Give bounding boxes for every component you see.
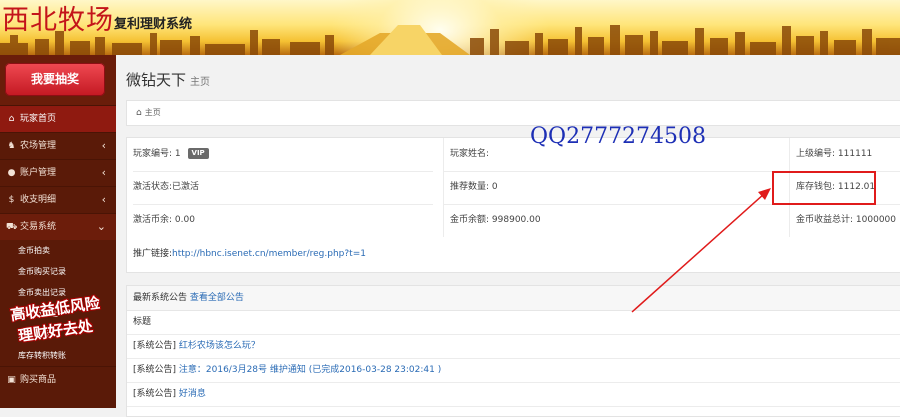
upline-cell: 上级编号: 111111	[789, 138, 900, 172]
activation-coins-value: 0.00	[174, 215, 195, 225]
cart-icon: ⛟	[6, 222, 18, 232]
upline-value: 111111	[837, 149, 873, 159]
chevron-left-icon: ‹	[101, 166, 106, 179]
chevron-down-icon: ⌄	[96, 220, 106, 233]
player-no-value: 1	[174, 149, 181, 159]
sidebar-item-label: 农场管理	[20, 141, 57, 151]
qq-watermark: QQ2777274508	[530, 124, 707, 149]
home-icon: ⌂	[8, 114, 15, 124]
site-subtitle: 复利理财系统	[114, 17, 193, 32]
gold-income-cell: 金币收益总计: 1000000	[789, 204, 900, 237]
referrals-value: 0	[491, 182, 498, 192]
lottery-area: 我要抽奖	[0, 55, 116, 105]
page-title-small: 主页	[190, 77, 211, 88]
page-title: 微钻天下 主页	[126, 69, 210, 90]
upline-label: 上级编号:	[796, 149, 836, 159]
cow-icon: ♞	[7, 141, 16, 151]
referrals-label: 推荐数量:	[450, 182, 490, 192]
sidebar-item-farm[interactable]: ♞ 农场管理 ‹	[0, 132, 116, 159]
table-row: [系统公告] 好消息	[127, 383, 900, 407]
main-content: 微钻天下 主页 ⌂ 主页 玩家编号: 1 VIP 玩家姓名: 上级编号: 11111…	[116, 55, 900, 417]
gold-balance-label: 金币余额:	[450, 215, 490, 225]
notice-tag: [系统公告]	[133, 389, 177, 399]
breadcrumb-item[interactable]: 主页	[145, 108, 161, 117]
home-icon[interactable]: ⌂	[136, 101, 142, 125]
sidebar-item-account[interactable]: ● 账户管理 ‹	[0, 159, 116, 186]
header-banner: 西北牧场 复利理财系统	[0, 0, 900, 55]
chevron-left-icon: ‹	[101, 193, 106, 206]
notice-link[interactable]: 好消息	[179, 389, 206, 399]
breadcrumb: ⌂ 主页	[126, 100, 900, 126]
notices-column-header: 标题	[127, 311, 900, 335]
sidebar-item-label: 收支明细	[20, 195, 57, 205]
lottery-button[interactable]: 我要抽奖	[5, 63, 105, 96]
sidebar-item-shop[interactable]: ▣ 购买商品	[0, 366, 116, 393]
site-logo: 西北牧场	[2, 5, 114, 36]
sidebar-item-label: 玩家首页	[20, 114, 57, 124]
notices-header: 最新系统公告 查看全部公告	[127, 286, 900, 311]
table-row: [系统公告] 红杉农场该怎么玩？	[127, 335, 900, 359]
sidebar-item-trade[interactable]: ⛟ 交易系统 ⌄	[0, 213, 116, 240]
table-row: [系统公告] 注意：2016/3月28号 维护通知 (已完成2016-03-28…	[127, 359, 900, 383]
notice-link[interactable]: 注意：2016/3月28号 维护通知 (已完成2016-03-28 23:02:…	[179, 365, 441, 375]
page-title-text: 微钻天下	[126, 71, 187, 89]
gold-income-value: 1000000	[855, 215, 897, 225]
sidebar-item-finance[interactable]: $ 收支明细 ‹	[0, 186, 116, 213]
view-all-notices-link[interactable]: 查看全部公告	[190, 293, 244, 303]
player-no-label: 玩家编号:	[133, 149, 173, 159]
sidebar-item-home[interactable]: ⌂ 玩家首页	[0, 105, 116, 132]
promo-link-row: 推广链接:http://hbnc.isenet.cn/member/reg.ph…	[126, 237, 900, 273]
activation-cell: 激活状态:已激活	[133, 171, 433, 205]
user-icon: ●	[7, 168, 16, 178]
referrals-cell: 推荐数量: 0	[443, 171, 790, 205]
vip-badge: VIP	[187, 148, 209, 159]
sidebar-subitem-auction[interactable]: 金币拍卖	[0, 240, 116, 261]
notices-panel: 最新系统公告 查看全部公告 标题 [系统公告] 红杉农场该怎么玩？ [系统公告]…	[126, 285, 900, 417]
gold-balance-value: 998900.00	[491, 215, 541, 225]
cart-icon: ▣	[7, 375, 16, 385]
player-no-cell: 玩家编号: 1 VIP	[133, 138, 433, 172]
promo-link-label: 推广链接:	[133, 249, 173, 259]
notice-link[interactable]: 红杉农场该怎么玩？	[179, 341, 260, 351]
sidebar-item-label: 购买商品	[20, 375, 57, 385]
gold-income-label: 金币收益总计:	[796, 215, 854, 225]
dollar-icon: $	[8, 195, 15, 205]
chevron-left-icon: ‹	[101, 139, 106, 152]
activation-coins-label: 激活币余:	[133, 215, 173, 225]
notice-tag: [系统公告]	[133, 341, 177, 351]
activation-coins-cell: 激活币余: 0.00	[133, 204, 433, 237]
player-name-label: 玩家姓名:	[450, 149, 490, 159]
sidebar-item-label: 账户管理	[20, 168, 57, 178]
activation-label: 激活状态:	[133, 182, 173, 192]
wallet-highlight-box	[772, 171, 876, 205]
notices-title: 最新系统公告	[133, 293, 188, 303]
activation-value: 已激活	[172, 182, 200, 192]
sidebar: 我要抽奖 ⌂ 玩家首页 ♞ 农场管理 ‹ ● 账户管理 ‹ $ 收支明细 ‹ ⛟ 交易系统…	[0, 55, 116, 408]
notice-tag: [系统公告]	[133, 365, 177, 375]
promo-link[interactable]: http://hbnc.isenet.cn/member/reg.php?t=1	[172, 249, 366, 259]
sidebar-subitem-buy-records[interactable]: 金币购买记录	[0, 261, 116, 282]
gold-balance-cell: 金币余额: 998900.00	[443, 204, 790, 237]
promo-overlay: 高收益低风险 理财好去处	[0, 294, 116, 358]
sidebar-item-label: 交易系统	[20, 222, 57, 232]
